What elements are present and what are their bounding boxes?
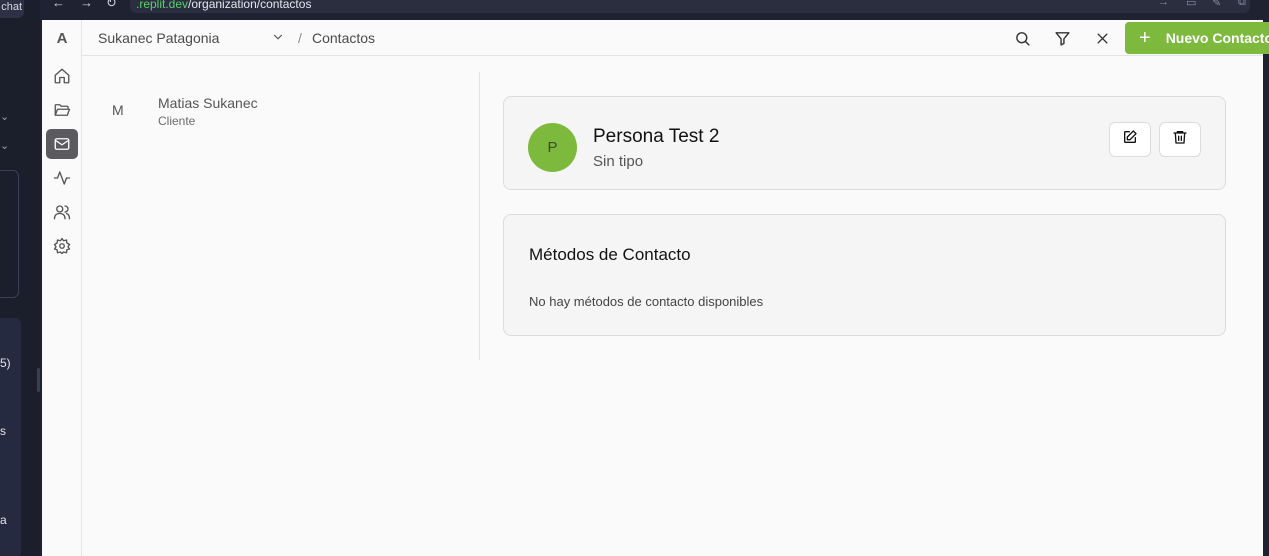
arrow-icon[interactable]: →: [1158, 0, 1169, 8]
chevron-down-icon[interactable]: [271, 30, 285, 49]
chevron-down-icon[interactable]: ⌄: [0, 110, 9, 123]
folder-icon[interactable]: [46, 95, 78, 125]
app-header: Sukanec Patagonia / Contactos + Nuevo Co…: [82, 20, 1269, 56]
monitor-icon[interactable]: ▭: [1186, 0, 1196, 9]
app-window: A Sukanec Patagonia / Contactos + Nuevo …: [42, 20, 1269, 556]
contact-name: Matias Sukanec: [158, 95, 258, 111]
nav-rail: A: [42, 20, 82, 556]
edit-button[interactable]: [1109, 122, 1151, 157]
browser-toolbar: ← → ↻ .replit.dev/organization/contactos…: [40, 0, 1269, 20]
text-fragment: s: [0, 424, 6, 438]
text-fragment: 5): [0, 356, 11, 370]
reload-icon[interactable]: ↻: [106, 0, 117, 9]
contact-role: Cliente: [158, 114, 196, 128]
app-logo[interactable]: A: [42, 20, 82, 56]
forward-icon[interactable]: →: [80, 0, 93, 9]
edit-icon: [1122, 129, 1138, 150]
contact-initial: M: [112, 102, 124, 118]
wrench-icon[interactable]: ✎: [1212, 0, 1221, 9]
url-host: .replit.dev: [136, 0, 189, 11]
home-icon[interactable]: [46, 61, 78, 91]
contact-type: Sin tipo: [593, 153, 644, 170]
filter-icon[interactable]: [1052, 28, 1072, 48]
mail-icon[interactable]: [46, 129, 78, 159]
list-item[interactable]: M Matias Sukanec Cliente: [112, 92, 452, 132]
breadcrumb-current: Contactos: [312, 30, 376, 46]
contact-methods-card: Métodos de Contacto No hay métodos de co…: [503, 214, 1226, 336]
new-contact-label: Nuevo Contacto: [1165, 30, 1269, 46]
users-icon[interactable]: [46, 197, 78, 227]
back-icon[interactable]: ←: [52, 0, 65, 9]
trash-icon: [1172, 129, 1188, 150]
list-divider: [479, 72, 480, 360]
external-link-icon[interactable]: ⧉: [1238, 0, 1246, 9]
section-title: Métodos de Contacto: [529, 245, 691, 264]
delete-button[interactable]: [1159, 122, 1201, 157]
chevron-down-icon[interactable]: ⌄: [0, 139, 9, 152]
outer-panel-box: [0, 170, 19, 298]
resize-handle[interactable]: [37, 368, 40, 392]
close-icon[interactable]: [1092, 28, 1112, 48]
contact-title: Persona Test 2: [593, 126, 720, 147]
outer-left-panel: chat ⌄ ⌄ 5) s a: [0, 0, 40, 556]
contact-list: M Matias Sukanec Cliente: [82, 56, 479, 556]
empty-state-text: No hay métodos de contacto disponibles: [529, 294, 764, 309]
text-fragment: a: [0, 513, 7, 527]
breadcrumb-organization[interactable]: Sukanec Patagonia: [98, 30, 219, 46]
new-contact-button[interactable]: + Nuevo Contacto: [1125, 22, 1269, 54]
url-path: /organization/contactos: [188, 0, 312, 11]
chat-tab[interactable]: chat: [0, 0, 24, 18]
settings-icon[interactable]: [46, 231, 78, 261]
plus-icon: +: [1139, 27, 1151, 49]
address-bar[interactable]: .replit.dev/organization/contactos: [130, 0, 1250, 13]
avatar: P: [528, 123, 577, 172]
contact-profile-card: P Persona Test 2 Sin tipo: [503, 96, 1226, 190]
search-icon[interactable]: [1012, 28, 1032, 48]
activity-icon[interactable]: [46, 163, 78, 193]
breadcrumb-separator: /: [298, 30, 302, 46]
